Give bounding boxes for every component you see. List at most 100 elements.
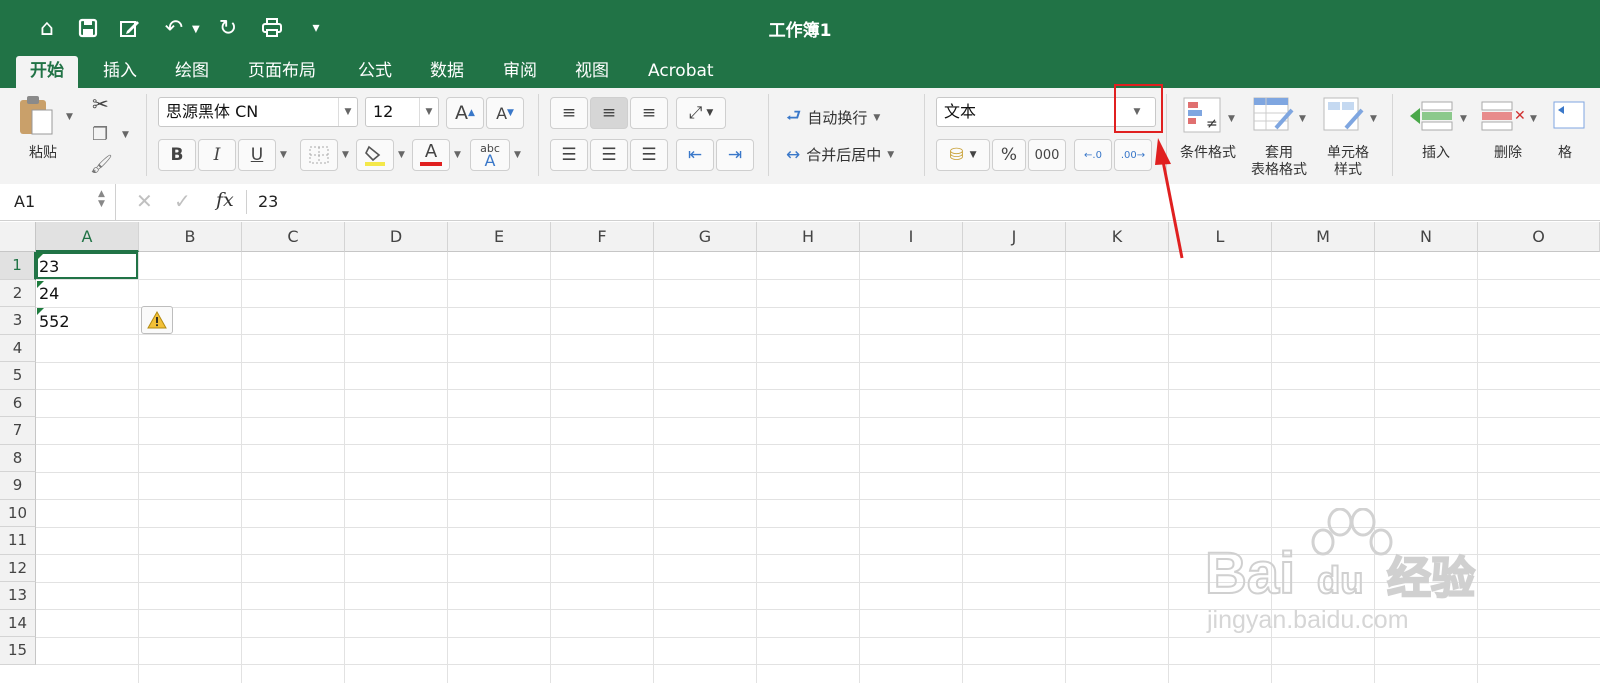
align-middle-button[interactable]: ≡	[590, 97, 628, 129]
comma-style-button[interactable]: 000	[1028, 139, 1066, 171]
select-all-corner[interactable]	[0, 222, 36, 252]
italic-button[interactable]: I	[198, 139, 236, 171]
format-as-table-label[interactable]: 套用 表格格式	[1246, 145, 1312, 179]
cancel-icon[interactable]: ✕	[136, 189, 153, 213]
row-header[interactable]: 12	[0, 554, 36, 582]
merge-center-button[interactable]: ↔ 合并后居中 ▼	[786, 144, 894, 165]
format-cells-icon[interactable]	[1552, 100, 1600, 130]
delete-cells-icon[interactable]: ✕	[1480, 98, 1526, 136]
name-box-stepper-icon[interactable]: ▲ ▼	[98, 189, 105, 209]
fill-color-dropdown-caret[interactable]: ▼	[398, 150, 405, 160]
chevron-down-icon[interactable]: ▼	[338, 98, 357, 126]
underline-dropdown-caret[interactable]: ▼	[280, 150, 287, 160]
tab-page-layout[interactable]: 页面布局	[234, 56, 330, 88]
row-header[interactable]: 3	[0, 307, 36, 335]
formula-input[interactable]: 23	[258, 192, 278, 211]
row-header[interactable]: 13	[0, 582, 36, 610]
align-bottom-button[interactable]: ≡	[630, 97, 668, 129]
row-header[interactable]: 5	[0, 362, 36, 390]
row-header[interactable]: 14	[0, 609, 36, 637]
accounting-format-button[interactable]: ⛁ ▼	[936, 139, 990, 171]
column-header[interactable]: C	[242, 222, 345, 252]
error-check-button[interactable]	[141, 306, 173, 334]
tab-insert[interactable]: 插入	[89, 56, 151, 88]
font-color-dropdown-caret[interactable]: ▼	[454, 150, 461, 160]
insert-cells-caret[interactable]: ▼	[1460, 114, 1467, 124]
align-left-button[interactable]: ☰	[550, 139, 588, 171]
cell-A2[interactable]: 24	[39, 284, 59, 303]
row-header[interactable]: 8	[0, 444, 36, 472]
column-header[interactable]: F	[551, 222, 654, 252]
increase-decimal-button[interactable]: ←.0	[1074, 139, 1112, 171]
align-center-button[interactable]: ☰	[590, 139, 628, 171]
format-cells-label[interactable]: 格	[1558, 145, 1588, 162]
column-header[interactable]: J	[963, 222, 1066, 252]
name-box[interactable]: A1 ▲ ▼	[0, 184, 116, 220]
phonetic-dropdown-caret[interactable]: ▼	[514, 150, 521, 160]
insert-cells-icon[interactable]	[1408, 98, 1454, 136]
increase-font-size-button[interactable]: A ▲	[446, 97, 484, 129]
wrap-text-button[interactable]: ⮐ 自动换行 ▼	[786, 103, 880, 132]
decrease-indent-button[interactable]: ⇤	[676, 139, 714, 171]
font-name-combo[interactable]: 思源黑体 CN ▼	[158, 97, 358, 127]
cell-A3[interactable]: 552	[39, 312, 70, 331]
copy-icon[interactable]: ❐	[92, 124, 108, 145]
column-header[interactable]: O	[1478, 222, 1600, 252]
cell-styles-caret[interactable]: ▼	[1370, 114, 1377, 124]
row-header[interactable]: 11	[0, 527, 36, 555]
format-as-table-caret[interactable]: ▼	[1299, 114, 1306, 124]
format-painter-icon[interactable]: 🖌	[90, 154, 113, 175]
borders-button[interactable]	[300, 139, 338, 171]
tab-draw[interactable]: 绘图	[161, 56, 223, 88]
tab-data[interactable]: 数据	[416, 56, 478, 88]
bold-button[interactable]: B	[158, 139, 196, 171]
column-header[interactable]: M	[1272, 222, 1375, 252]
row-header[interactable]: 2	[0, 279, 36, 307]
paste-dropdown-caret[interactable]: ▼	[66, 112, 73, 122]
column-header[interactable]: N	[1375, 222, 1478, 252]
delete-cells-caret[interactable]: ▼	[1530, 114, 1537, 124]
insert-cells-label[interactable]: 插入	[1414, 145, 1458, 162]
row-header[interactable]: 10	[0, 499, 36, 527]
column-header[interactable]: B	[139, 222, 242, 252]
font-color-button[interactable]: A	[412, 139, 450, 171]
chevron-down-icon[interactable]: ▼	[419, 98, 438, 126]
cell-A1[interactable]: 23	[39, 257, 59, 276]
orientation-button[interactable]: ⤢ ▼	[676, 97, 726, 129]
percent-button[interactable]: %	[992, 139, 1026, 171]
column-header[interactable]: H	[757, 222, 860, 252]
row-header[interactable]: 9	[0, 472, 36, 500]
column-header[interactable]: D	[345, 222, 448, 252]
phonetic-button[interactable]: abc A	[470, 139, 510, 171]
cell-styles-icon[interactable]	[1322, 96, 1366, 138]
delete-cells-label[interactable]: 删除	[1486, 145, 1530, 162]
row-header[interactable]: 6	[0, 389, 36, 417]
align-top-button[interactable]: ≡	[550, 97, 588, 129]
confirm-icon[interactable]: ✓	[174, 189, 191, 213]
borders-dropdown-caret[interactable]: ▼	[342, 150, 349, 160]
row-header[interactable]: 15	[0, 637, 36, 665]
conditional-format-caret[interactable]: ▼	[1228, 114, 1235, 124]
tab-acrobat[interactable]: Acrobat	[634, 56, 728, 88]
paste-icon[interactable]	[18, 94, 58, 142]
cell-styles-label[interactable]: 单元格 样式	[1318, 145, 1378, 179]
format-as-table-icon[interactable]	[1252, 96, 1296, 138]
cut-icon[interactable]: ✂	[92, 92, 109, 116]
tab-formulas[interactable]: 公式	[344, 56, 406, 88]
align-right-button[interactable]: ☰	[630, 139, 668, 171]
fill-color-button[interactable]	[356, 139, 394, 171]
font-size-combo[interactable]: 12 ▼	[365, 97, 439, 127]
underline-button[interactable]: U	[238, 139, 276, 171]
tab-review[interactable]: 审阅	[489, 56, 551, 88]
tab-view[interactable]: 视图	[561, 56, 623, 88]
increase-indent-button[interactable]: ⇥	[716, 139, 754, 171]
row-header[interactable]: 7	[0, 417, 36, 445]
insert-function-button[interactable]: fx	[216, 189, 234, 211]
copy-dropdown-caret[interactable]: ▼	[122, 130, 129, 140]
column-header[interactable]: E	[448, 222, 551, 252]
tab-home[interactable]: 开始	[16, 56, 78, 88]
column-header[interactable]: A	[36, 222, 139, 252]
row-header[interactable]: 4	[0, 334, 36, 362]
row-header[interactable]: 1	[0, 252, 36, 280]
paste-label[interactable]: 粘贴	[24, 145, 62, 162]
